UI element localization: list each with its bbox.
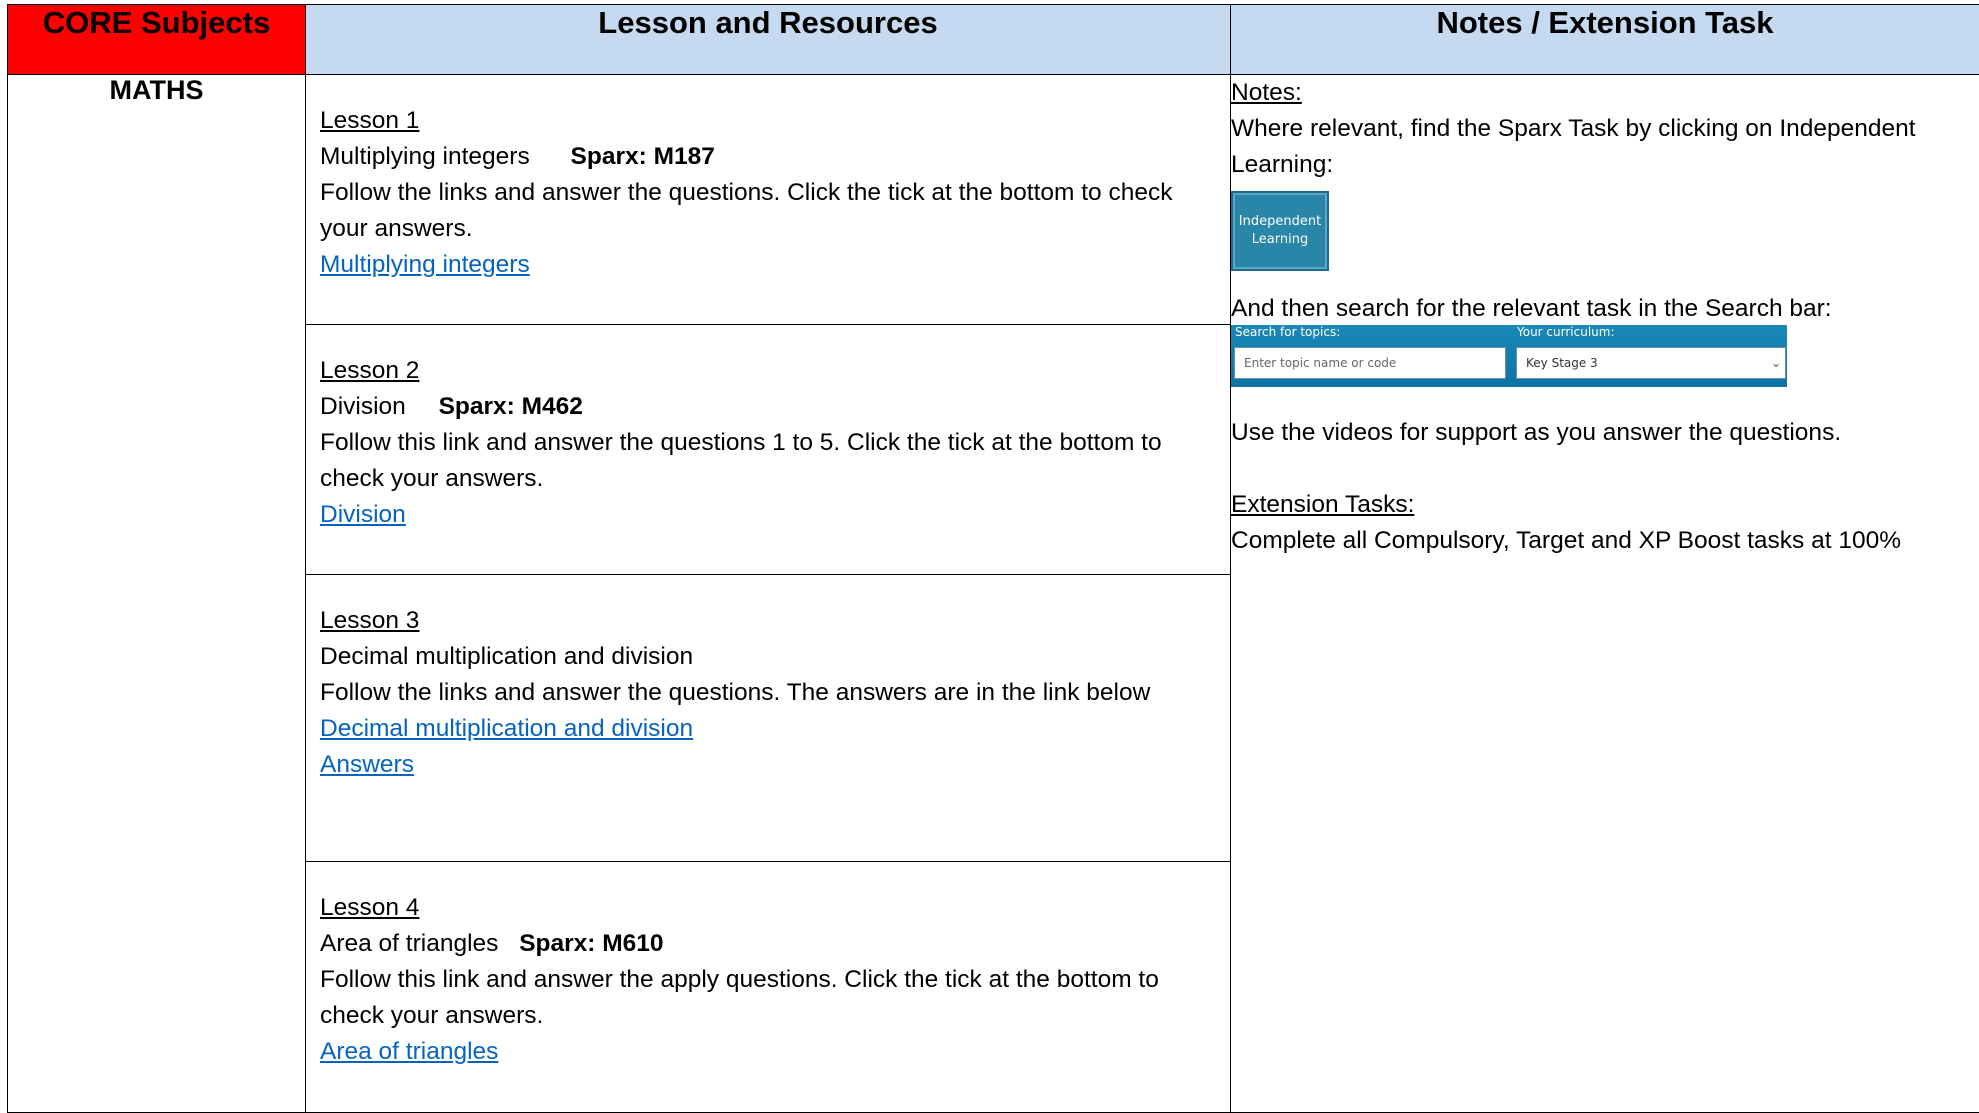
notes-extension-header: Notes / Extension Task xyxy=(1231,5,1979,75)
independent-learning-label-1: Independent xyxy=(1233,213,1327,231)
maths-row: MATHS Lesson 1 Multiplying integers Spar… xyxy=(8,75,1979,1113)
resource-link-answers[interactable]: Answers xyxy=(320,751,414,778)
lesson-block-4: Lesson 4 Area of triangles Sparx: M610 F… xyxy=(306,862,1230,1112)
core-subjects-header: CORE Subjects xyxy=(8,5,306,75)
resource-link-area-of-triangles[interactable]: Area of triangles xyxy=(320,1038,498,1065)
lesson-instructions: Follow the links and answer the question… xyxy=(320,175,1216,247)
resource-link-multiplying-integers[interactable]: Multiplying integers xyxy=(320,251,530,278)
lesson-block-1: Lesson 1 Multiplying integers Sparx: M18… xyxy=(306,75,1230,325)
lesson-instructions: Follow this link and answer the question… xyxy=(320,425,1216,497)
sparx-code: Sparx: M462 xyxy=(439,393,583,420)
lesson-plan-table: CORE Subjects Lesson and Resources Notes… xyxy=(7,4,1979,1113)
notes-search-instruction: And then search for the relevant task in… xyxy=(1231,291,1979,327)
extension-tasks-heading: Extension Tasks: xyxy=(1231,487,1979,523)
resource-link-decimal-multiplication[interactable]: Decimal multiplication and division xyxy=(320,715,693,742)
notes-video-instruction: Use the videos for support as you answer… xyxy=(1231,415,1979,451)
independent-learning-label-2: Learning xyxy=(1233,231,1327,249)
sparx-code: Sparx: M187 xyxy=(571,143,715,170)
lesson-topic-line: Area of triangles Sparx: M610 xyxy=(320,926,1216,962)
independent-learning-button[interactable]: Independent Learning xyxy=(1231,191,1329,271)
lessons-cell: Lesson 1 Multiplying integers Sparx: M18… xyxy=(306,75,1231,1113)
search-topics-label: Search for topics: xyxy=(1235,325,1340,339)
lesson-plan-page: CORE Subjects Lesson and Resources Notes… xyxy=(0,0,1979,1112)
curriculum-select[interactable]: Key Stage 3 ⌄ xyxy=(1516,347,1786,379)
lesson-heading: Lesson 4 xyxy=(320,890,1216,926)
sparx-search-bar: Search for topics: Your curriculum: Ente… xyxy=(1231,325,1787,387)
lesson-instructions: Follow this link and answer the apply qu… xyxy=(320,962,1216,1034)
chevron-down-icon: ⌄ xyxy=(1771,348,1781,378)
notes-heading: Notes: xyxy=(1231,75,1979,111)
lesson-heading: Lesson 1 xyxy=(320,103,1216,139)
resource-link-division[interactable]: Division xyxy=(320,501,406,528)
curriculum-select-value: Key Stage 3 xyxy=(1526,356,1598,370)
lesson-block-2: Lesson 2 Division Sparx: M462 Follow thi… xyxy=(306,325,1230,575)
lesson-instructions: Follow the links and answer the question… xyxy=(320,675,1216,711)
lesson-heading: Lesson 3 xyxy=(320,603,1216,639)
subject-cell: MATHS xyxy=(8,75,306,1113)
notes-sparx-instruction: Where relevant, find the Sparx Task by c… xyxy=(1231,111,1979,183)
lesson-topic-line: Division Sparx: M462 xyxy=(320,389,1216,425)
lesson-topic: Area of triangles xyxy=(320,930,498,957)
lesson-heading: Lesson 2 xyxy=(320,353,1216,389)
lesson-topic: Multiplying integers xyxy=(320,143,530,170)
sparx-code: Sparx: M610 xyxy=(519,930,663,957)
lesson-resources-header: Lesson and Resources xyxy=(306,5,1231,75)
lesson-topic: Decimal multiplication and division xyxy=(320,639,1216,675)
lesson-topic: Division xyxy=(320,393,406,420)
curriculum-label: Your curriculum: xyxy=(1517,325,1615,339)
topic-search-input[interactable]: Enter topic name or code xyxy=(1234,347,1506,379)
lesson-block-3: Lesson 3 Decimal multiplication and divi… xyxy=(306,575,1230,862)
extension-tasks-text: Complete all Compulsory, Target and XP B… xyxy=(1231,523,1979,559)
notes-cell: Notes: Where relevant, find the Sparx Ta… xyxy=(1231,75,1979,1113)
lesson-topic-line: Multiplying integers Sparx: M187 xyxy=(320,139,1216,175)
header-row: CORE Subjects Lesson and Resources Notes… xyxy=(8,5,1979,75)
